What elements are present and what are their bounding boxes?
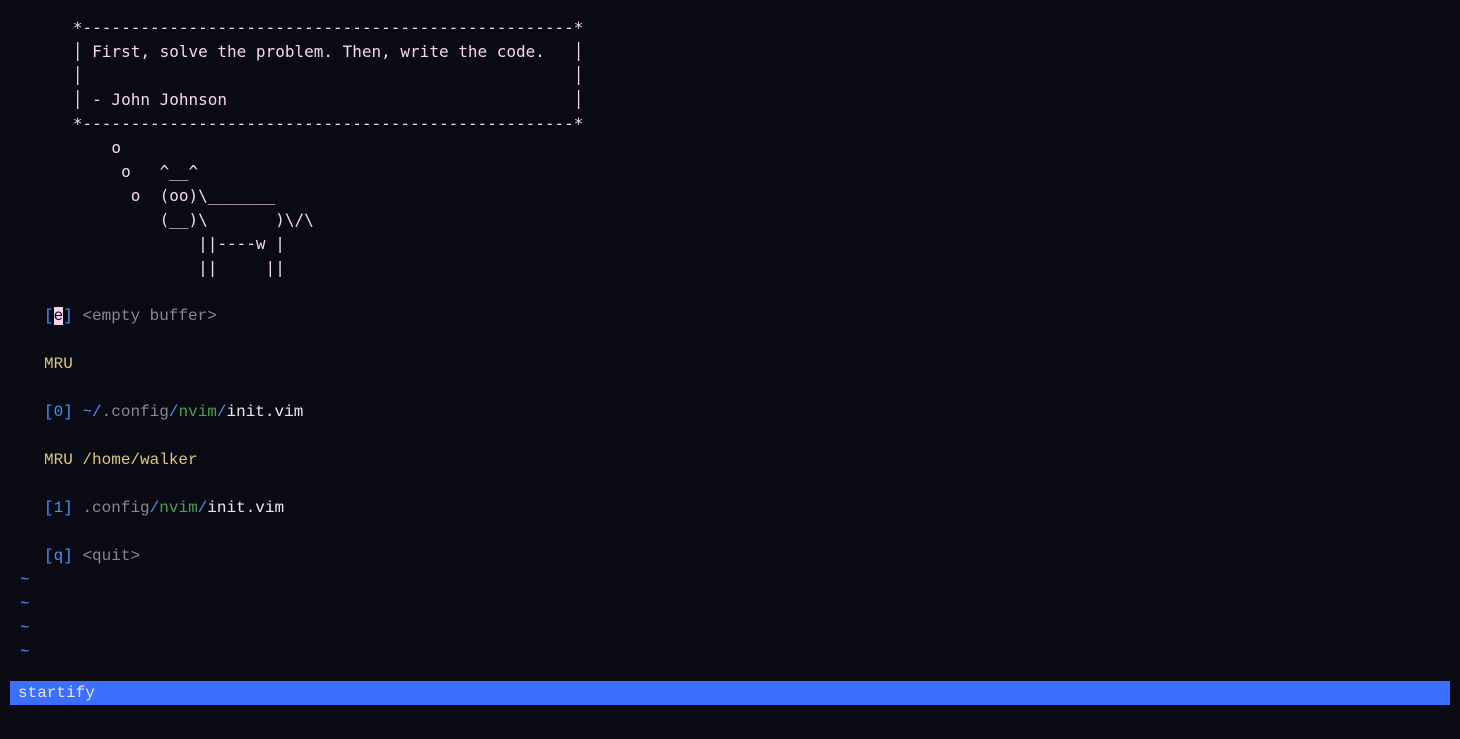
path-nvim: nvim xyxy=(159,499,197,517)
bracket-left: [ xyxy=(44,499,54,517)
bracket-right: ] xyxy=(63,499,73,517)
cowsay-header: *---------------------------------------… xyxy=(10,16,1460,280)
mru-header: MRU xyxy=(10,352,1460,376)
path-file: init.vim xyxy=(227,403,304,421)
mru-home-header: MRU /home/walker xyxy=(10,448,1460,472)
bracket-left: [ xyxy=(44,307,54,325)
bracket-right: ] xyxy=(63,307,73,325)
empty-line-tilde: ~ xyxy=(10,592,1460,616)
mru-entry-1[interactable]: [1] .config/nvim/init.vim xyxy=(10,496,1460,520)
empty-buffer-label: <empty buffer> xyxy=(82,307,216,325)
quit-entry[interactable]: [q] <quit> xyxy=(10,544,1460,568)
path-sep: / xyxy=(150,499,160,517)
path-config: .config xyxy=(102,403,169,421)
bracket-left: [ xyxy=(44,403,54,421)
path-sep: / xyxy=(92,403,102,421)
bracket-right: ] xyxy=(63,547,73,565)
quit-label: <quit> xyxy=(82,547,140,565)
empty-buffer-entry[interactable]: [e] <empty buffer> xyxy=(10,304,1460,328)
path-file: init.vim xyxy=(207,499,284,517)
path-sep: / xyxy=(217,403,227,421)
path-sep: / xyxy=(198,499,208,517)
shortcut-key-e: e xyxy=(54,307,64,325)
empty-line-tilde: ~ xyxy=(10,568,1460,592)
bracket-right: ] xyxy=(63,403,73,421)
path-config: .config xyxy=(82,499,149,517)
mru-entry-0[interactable]: [0] ~/.config/nvim/init.vim xyxy=(10,400,1460,424)
editor-viewport: *---------------------------------------… xyxy=(0,0,1460,664)
path-tilde: ~ xyxy=(82,403,92,421)
statusline: startify xyxy=(10,681,1450,705)
path-nvim: nvim xyxy=(178,403,216,421)
bracket-left: [ xyxy=(44,547,54,565)
shortcut-key-q: q xyxy=(54,547,64,565)
empty-line-tilde: ~ xyxy=(10,640,1460,664)
shortcut-key-1: 1 xyxy=(54,499,64,517)
shortcut-key-0: 0 xyxy=(54,403,64,421)
empty-line-tilde: ~ xyxy=(10,616,1460,640)
